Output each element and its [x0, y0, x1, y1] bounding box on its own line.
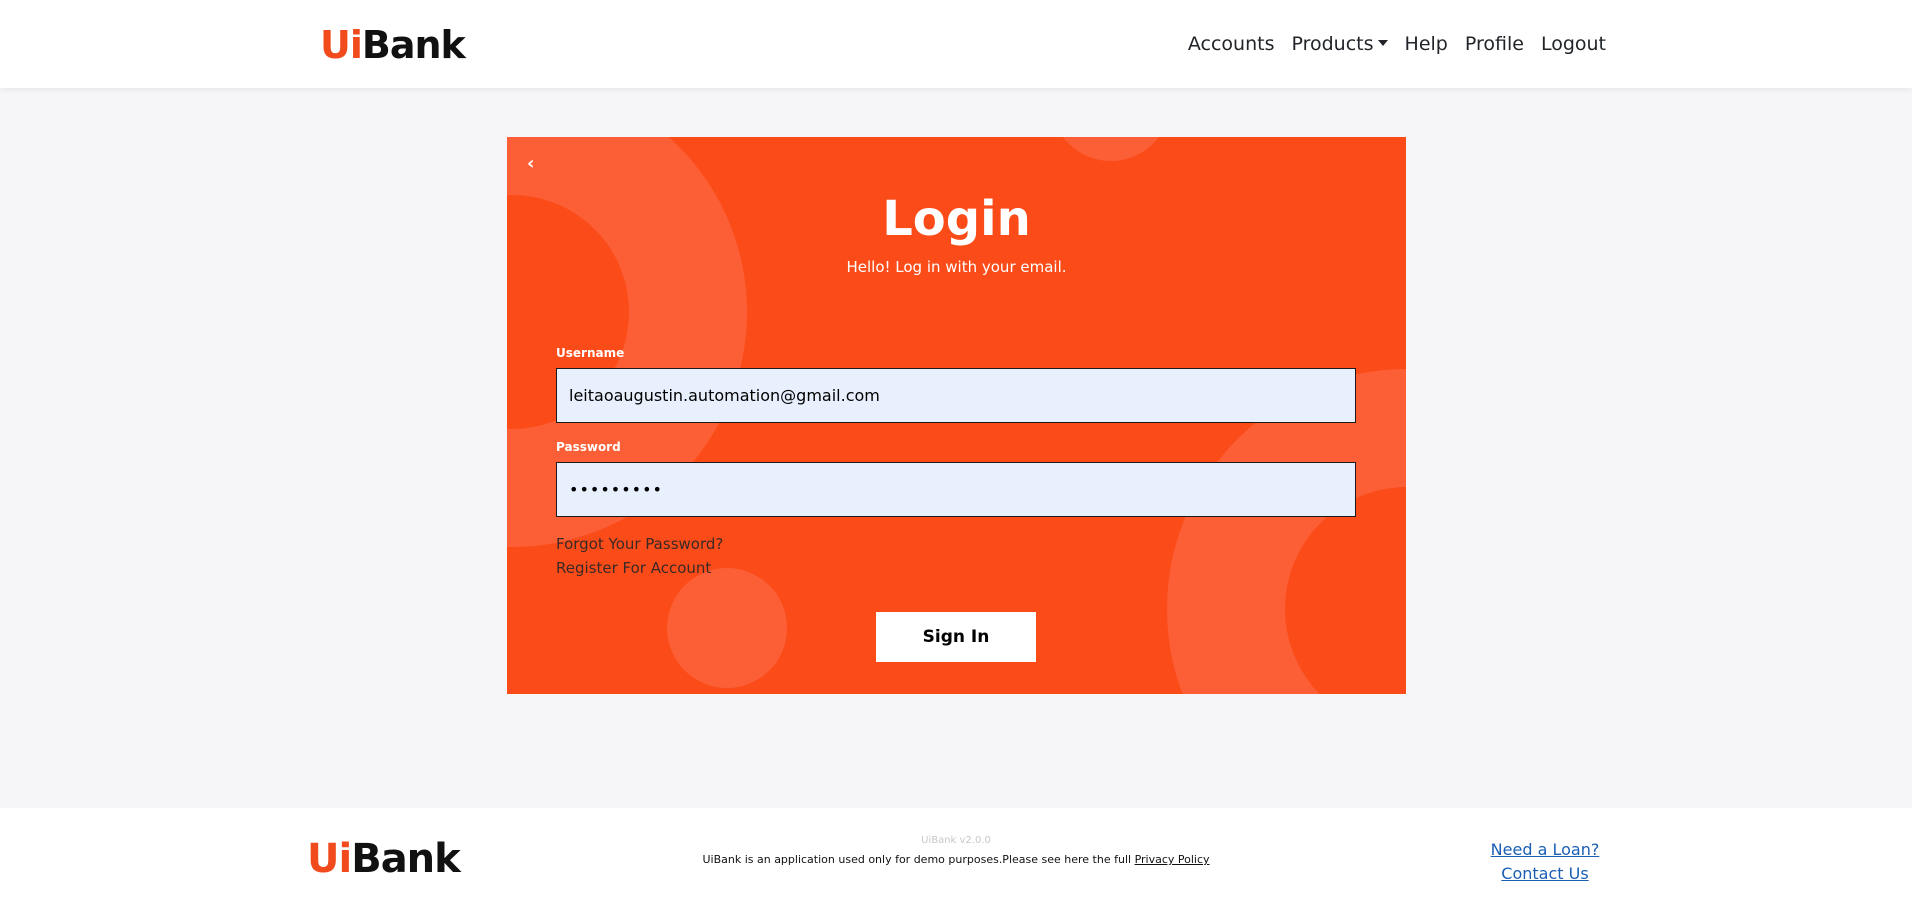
- sign-in-button[interactable]: Sign In: [876, 612, 1036, 662]
- footer-links: Need a Loan? Contact Us: [1471, 838, 1619, 886]
- decorative-circle: [1051, 137, 1171, 161]
- username-input[interactable]: leitaoaugustin.automation@gmail.com: [556, 368, 1356, 423]
- disclaimer-text: UiBank is an application used only for d…: [0, 852, 1912, 868]
- password-label: Password: [556, 440, 621, 454]
- nav-accounts-link[interactable]: Accounts: [1188, 30, 1275, 58]
- login-card: ‹ Login Hello! Log in with your email. U…: [507, 137, 1406, 694]
- uibank-logo[interactable]: UiBank: [320, 22, 466, 68]
- chevron-left-icon[interactable]: ‹: [527, 153, 534, 175]
- top-navbar: UiBank Accounts Products Help Profile Lo…: [0, 0, 1912, 88]
- disclaimer-body: UiBank is an application used only for d…: [702, 853, 1135, 866]
- need-a-loan-link[interactable]: Need a Loan?: [1471, 838, 1619, 862]
- contact-us-link[interactable]: Contact Us: [1471, 862, 1619, 886]
- version-text: UiBank v2.0.0: [921, 835, 991, 846]
- privacy-policy-link[interactable]: Privacy Policy: [1135, 853, 1210, 866]
- caret-down-icon: [1377, 39, 1388, 46]
- password-input[interactable]: •••••••••: [556, 462, 1356, 517]
- forgot-password-link[interactable]: Forgot Your Password?: [556, 534, 723, 554]
- nav-links: Accounts Products Help Profile Logout: [1188, 30, 1606, 58]
- login-subtitle: Hello! Log in with your email.: [846, 258, 1067, 276]
- nav-logout-link[interactable]: Logout: [1541, 30, 1606, 58]
- login-title: Login: [882, 191, 1031, 247]
- username-label: Username: [556, 346, 625, 360]
- register-account-link[interactable]: Register For Account: [556, 558, 711, 578]
- logo-bank-text: Bank: [361, 23, 466, 67]
- decorative-circle: [667, 568, 787, 688]
- nav-profile-link[interactable]: Profile: [1465, 30, 1524, 58]
- footer: UiBank UiBank v2.0.0 UiBank is an applic…: [0, 808, 1912, 909]
- logo-ui-text: Ui: [320, 23, 363, 67]
- nav-products-label: Products: [1291, 33, 1374, 55]
- nav-help-link[interactable]: Help: [1405, 30, 1448, 58]
- nav-products-dropdown[interactable]: Products: [1291, 30, 1388, 58]
